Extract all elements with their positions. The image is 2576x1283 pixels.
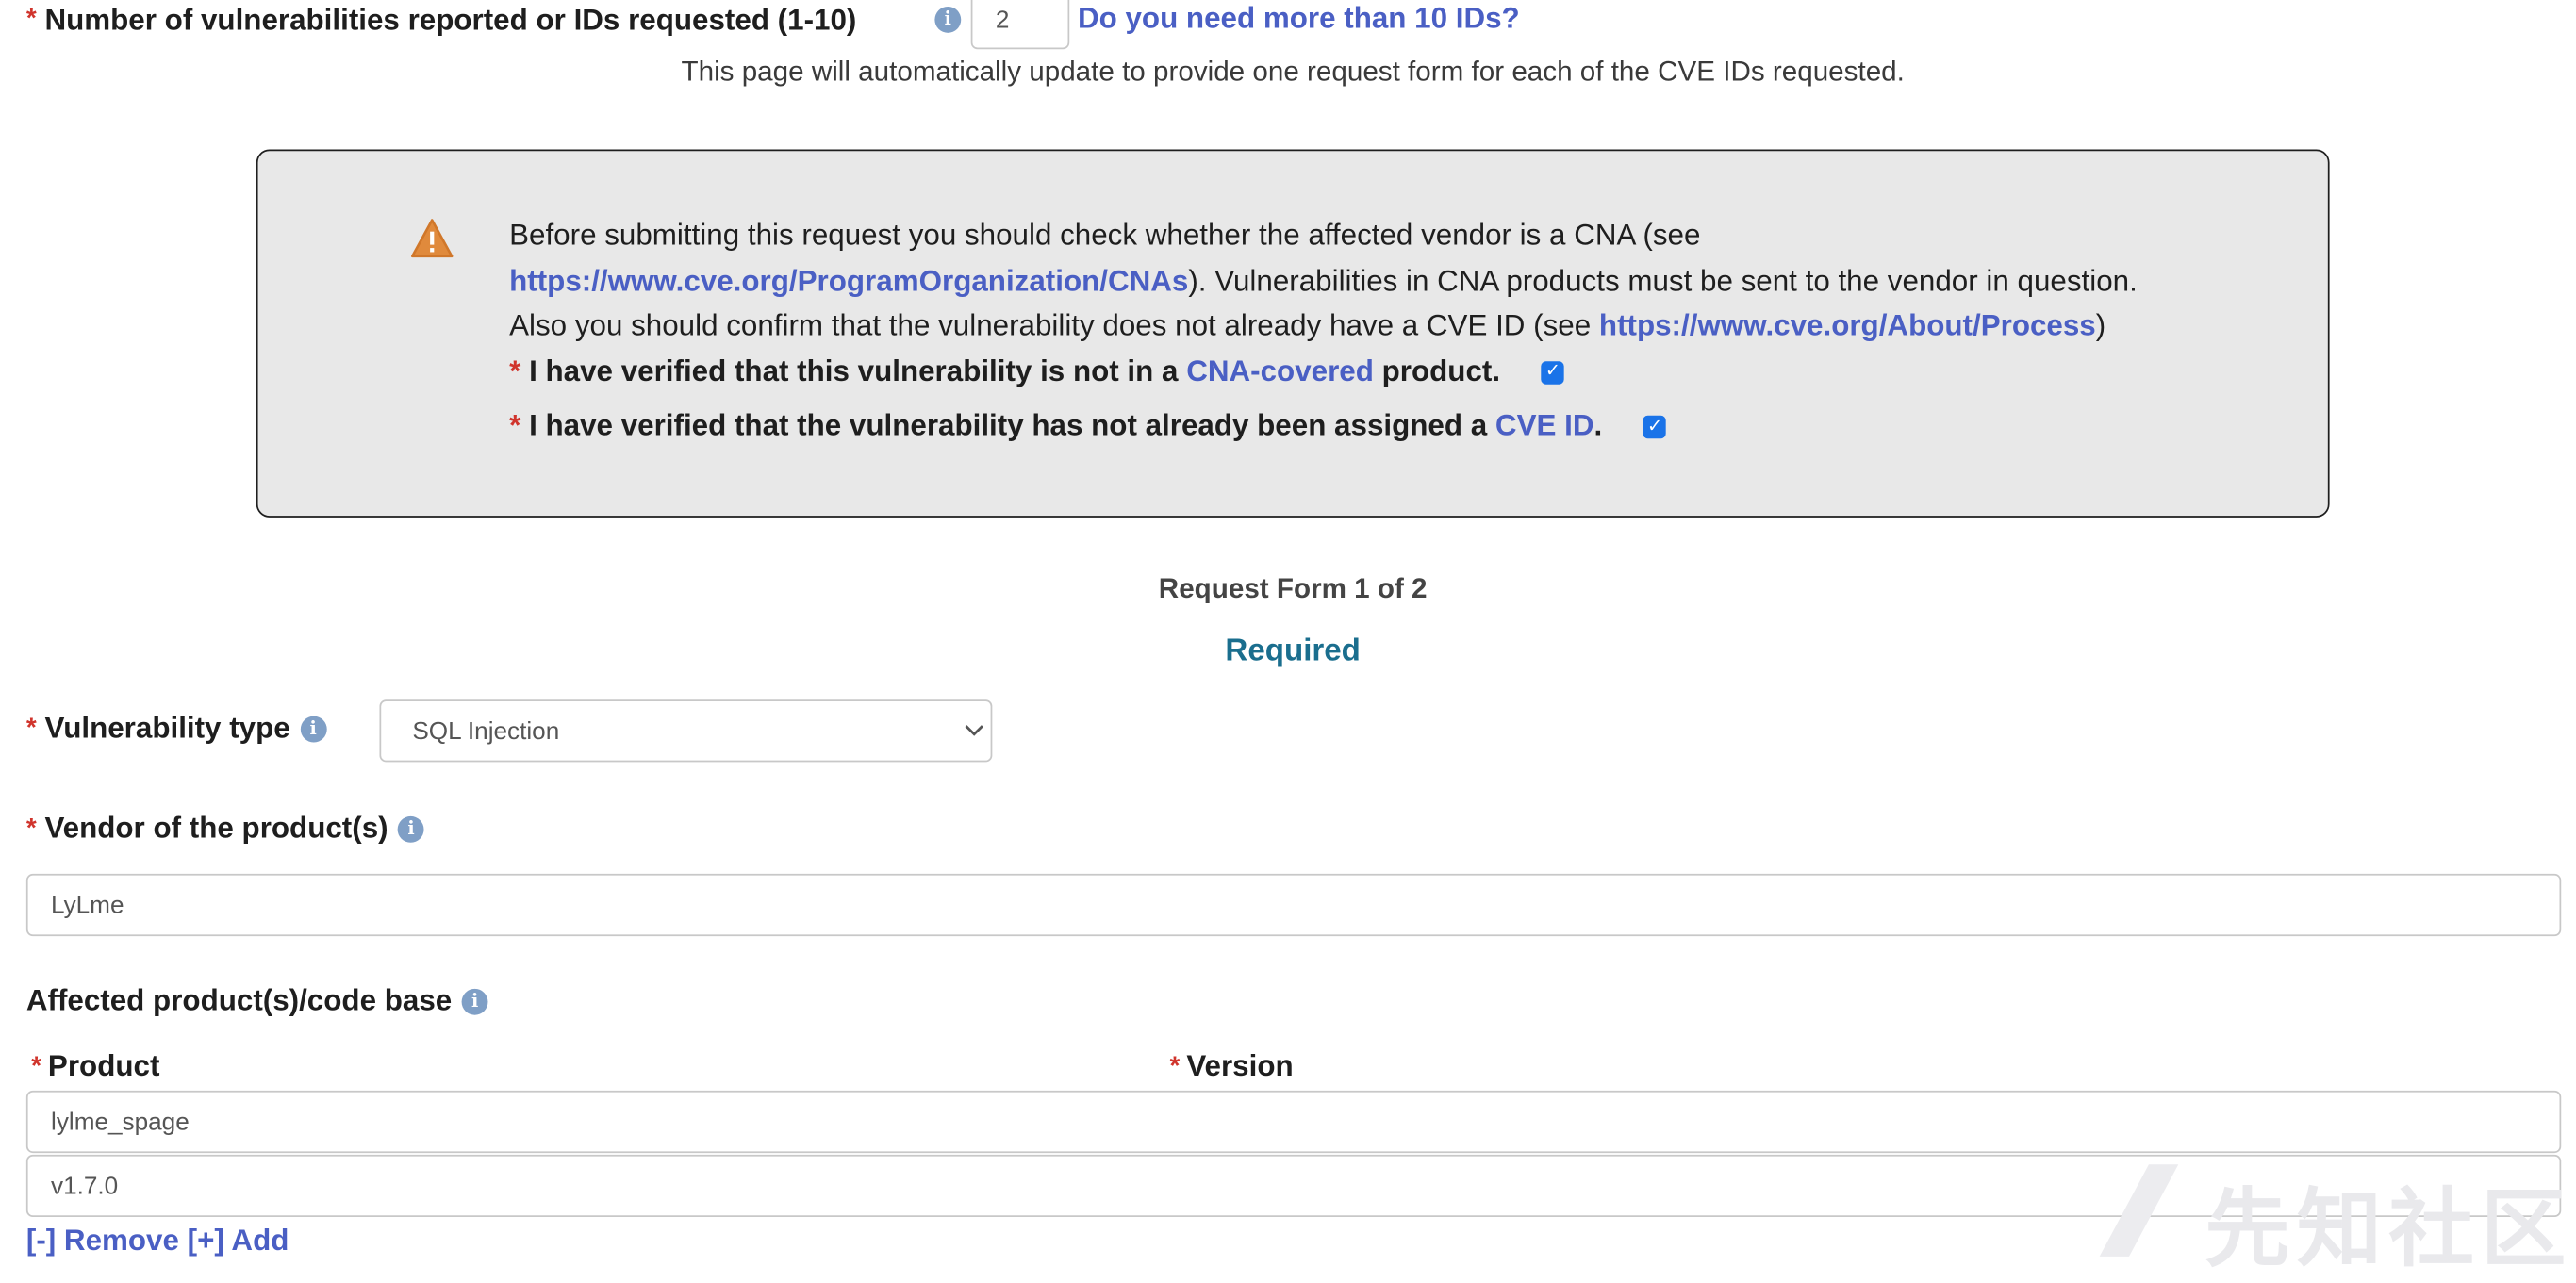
required-star: * [509,354,521,387]
count-input[interactable]: 2 [970,0,1070,50]
vuln-type-label: Vulnerability type [44,711,290,745]
product-col-header: * Product [31,1049,159,1084]
cna-covered-checkbox[interactable]: ✓ [1541,360,1565,385]
cve-assigned-checkbox[interactable]: ✓ [1643,416,1667,439]
check1-text: I have verified that this vulnerability … [529,354,1179,387]
vuln-type-value: SQL Injection [412,716,560,746]
add-row-link[interactable]: [+] Add [188,1224,289,1257]
chevron-down-icon [965,725,983,736]
version-col-header: * Version [1170,1049,1294,1084]
version-col-label: Version [1186,1049,1294,1083]
required-star: * [31,1051,41,1080]
required-star: * [1169,1051,1181,1080]
notice-line-2-text: ). Vulnerabilities in CNA products must … [1188,263,2138,297]
required-star: * [25,814,37,842]
check2-suffix: . [1593,408,1603,442]
product-value: lylme_spage [51,1108,190,1136]
vendor-input[interactable]: LyLme [25,873,2562,937]
info-icon[interactable]: i [934,6,962,33]
cna-list-link[interactable]: https://www.cve.org/ProgramOrganization/… [509,264,1188,297]
cve-id-link[interactable]: CVE ID [1495,409,1594,442]
affected-label: Affected product(s)/code base [25,983,453,1017]
auto-update-note: This page will automatically update to p… [681,56,1905,88]
notice-line-3-text: Also you should confirm that the vulnera… [509,308,1592,342]
required-star: * [25,5,37,33]
affected-label-row: Affected product(s)/code base i [26,984,488,1019]
cna-check-row: * I have verified that this vulnerabilit… [509,349,2300,394]
cve-check-row: * I have verified that the vulnerability… [509,404,2300,450]
remove-row-link[interactable]: [-] Remove [26,1224,179,1257]
required-star: * [509,408,521,442]
warning-icon [411,219,454,258]
vendor-label: Vendor of the product(s) [44,811,388,845]
notice-line-1: Before submitting this request you shoul… [509,213,2300,258]
count-label: Number of vulnerabilities reported or ID… [44,2,857,36]
vendor-value: LyLme [51,891,124,919]
required-heading: Required [1225,633,1361,669]
info-icon[interactable]: i [461,987,488,1014]
cna-covered-link[interactable]: CNA-covered [1186,354,1374,387]
vuln-type-label-row: * Vulnerability type i [25,711,327,746]
row-actions: [-] Remove [+] Add [26,1224,289,1258]
product-col-label: Product [47,1049,160,1083]
watermark-text: 先知社区 [2204,1182,2573,1278]
vendor-label-row: * Vendor of the product(s) i [26,812,424,847]
check1-suffix: product. [1381,354,1501,387]
notice-line-2: https://www.cve.org/ProgramOrganization/… [509,258,2300,304]
more-ids-link[interactable]: Do you need more than 10 IDs? [1078,0,1520,36]
info-icon[interactable]: i [398,815,424,842]
watermark-logo-icon [2099,1164,2179,1257]
vuln-type-select[interactable]: SQL Injection [379,699,993,763]
product-input[interactable]: lylme_spage [25,1090,2562,1154]
count-row: * Number of vulnerabilities reported or … [26,0,856,40]
notice-line-1-text: Before submitting this request you shoul… [509,218,1701,252]
request-form-heading: Request Form 1 of 2 [1158,573,1428,605]
check2-text: I have verified that the vulnerability h… [529,408,1488,442]
version-value: v1.7.0 [51,1172,119,1200]
notice-line-3-end: ) [2095,308,2106,342]
cna-notice-box: Before submitting this request you shoul… [256,149,2330,518]
notice-line-3: Also you should confirm that the vulnera… [509,304,2300,349]
required-star: * [25,714,37,742]
info-icon[interactable]: i [300,715,327,742]
count-input-value: 2 [995,6,1010,34]
process-link[interactable]: https://www.cve.org/About/Process [1599,309,2096,342]
